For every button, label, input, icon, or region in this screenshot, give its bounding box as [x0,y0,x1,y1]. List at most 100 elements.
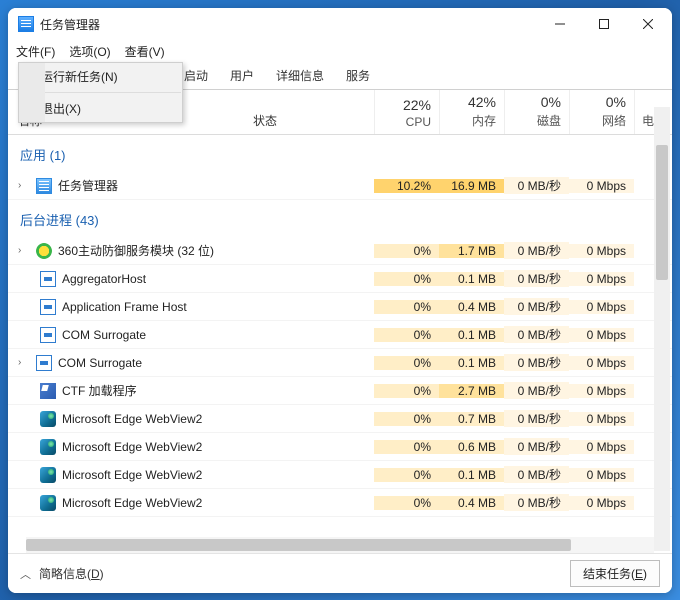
process-name-cell: › 任务管理器 [8,177,374,194]
chevron-right-icon[interactable]: › [18,357,30,368]
process-icon [40,299,56,315]
brief-info-link[interactable]: 简略信息(D) [39,565,104,582]
process-icon [40,467,56,483]
cell-cpu: 0% [374,356,439,370]
cell-mem: 0.1 MB [439,328,504,342]
process-name-label: Microsoft Edge WebView2 [62,468,202,482]
v-scroll-thumb[interactable] [656,145,668,280]
process-icon [36,355,52,371]
cell-cpu: 0% [374,328,439,342]
col-cpu[interactable]: 22% CPU [374,90,439,134]
chevron-up-icon[interactable]: ︿ [20,566,31,582]
cell-net: 0 Mbps [569,272,634,286]
minimize-icon [555,19,565,29]
cell-cpu: 0% [374,412,439,426]
cell-net: 0 Mbps [569,244,634,258]
col-disk[interactable]: 0% 磁盘 [504,90,569,134]
cpu-total-pct: 22% [403,97,431,113]
menu-file[interactable]: 文件(F) [16,43,55,60]
table-row[interactable]: Microsoft Edge WebView20%0.4 MB0 MB/秒0 M… [8,489,672,517]
cell-cpu: 0% [374,244,439,258]
cell-cpu: 0% [374,384,439,398]
process-name-cell: Microsoft Edge WebView2 [8,411,374,427]
titlebar[interactable]: 任务管理器 [8,8,672,40]
process-name-cell: AggregatorHost [8,271,374,287]
col-network[interactable]: 0% 网络 [569,90,634,134]
cell-disk: 0 MB/秒 [504,177,569,194]
tab-details[interactable]: 详细信息 [266,62,334,89]
table-row[interactable]: Microsoft Edge WebView20%0.7 MB0 MB/秒0 M… [8,405,672,433]
process-icon [36,178,52,194]
table-row[interactable]: Microsoft Edge WebView20%0.1 MB0 MB/秒0 M… [8,461,672,489]
cell-cpu: 0% [374,300,439,314]
cell-net: 0 Mbps [569,440,634,454]
table-row[interactable]: ›任务管理器10.2%16.9 MB0 MB/秒0 Mbps [8,172,672,200]
process-icon [40,383,56,399]
vertical-scrollbar[interactable] [654,107,670,551]
cell-disk: 0 MB/秒 [504,382,569,399]
end-task-button[interactable]: 结束任务(E) [570,560,660,587]
window-title: 任务管理器 [40,16,100,33]
col-status[interactable]: 状态 [249,90,374,134]
cell-net: 0 Mbps [569,328,634,342]
group-apps[interactable]: 应用 (1) [8,135,672,172]
menu-options[interactable]: 选项(O) [69,43,110,60]
h-scroll-thumb[interactable] [26,539,571,551]
process-name-cell: CTF 加载程序 [8,382,374,399]
process-name-cell: Application Frame Host [8,299,374,315]
process-name-cell: COM Surrogate [8,327,374,343]
disk-total-pct: 0% [541,94,561,110]
minimize-button[interactable] [538,9,582,39]
menu-bar: 文件(F) 选项(O) 查看(V) [8,40,672,62]
process-name-label: 任务管理器 [58,177,118,194]
process-name-cell: Microsoft Edge WebView2 [8,439,374,455]
cell-mem: 0.6 MB [439,440,504,454]
process-name-label: Microsoft Edge WebView2 [62,412,202,426]
chevron-right-icon[interactable]: › [18,245,30,256]
horizontal-scrollbar[interactable] [26,537,654,553]
cell-disk: 0 MB/秒 [504,354,569,371]
process-name-label: AggregatorHost [62,272,146,286]
process-icon [40,327,56,343]
group-background[interactable]: 后台进程 (43) [8,200,672,237]
process-name-label: 360主动防御服务模块 (32 位) [58,242,214,259]
process-name-cell: ›COM Surrogate [8,355,374,371]
process-icon [36,243,52,259]
process-name-label: CTF 加载程序 [62,382,137,399]
process-icon [40,495,56,511]
cell-disk: 0 MB/秒 [504,326,569,343]
cell-cpu: 0% [374,496,439,510]
tab-users[interactable]: 用户 [220,62,264,89]
cell-cpu: 0% [374,440,439,454]
menu-view[interactable]: 查看(V) [125,43,165,60]
chevron-right-icon[interactable]: › [18,180,30,191]
cell-mem: 16.9 MB [439,179,504,193]
table-row[interactable]: CTF 加载程序0%2.7 MB0 MB/秒0 Mbps [8,377,672,405]
cell-mem: 0.4 MB [439,300,504,314]
table-row[interactable]: Application Frame Host0%0.4 MB0 MB/秒0 Mb… [8,293,672,321]
cell-cpu: 10.2% [374,179,439,193]
process-name-label: COM Surrogate [62,328,146,342]
cell-mem: 0.1 MB [439,468,504,482]
cell-disk: 0 MB/秒 [504,298,569,315]
table-row[interactable]: AggregatorHost0%0.1 MB0 MB/秒0 Mbps [8,265,672,293]
tab-services[interactable]: 服务 [336,62,380,89]
table-row[interactable]: ›COM Surrogate0%0.1 MB0 MB/秒0 Mbps [8,349,672,377]
process-name-label: Microsoft Edge WebView2 [62,440,202,454]
process-grid: 名称 状态 22% CPU 42% 内存 0% 磁盘 0% 网络 电 [8,90,672,553]
cell-mem: 1.7 MB [439,244,504,258]
cell-net: 0 Mbps [569,384,634,398]
cell-net: 0 Mbps [569,356,634,370]
cell-cpu: 0% [374,272,439,286]
net-total-pct: 0% [606,94,626,110]
cell-disk: 0 MB/秒 [504,242,569,259]
table-row[interactable]: › 360主动防御服务模块 (32 位) 0%1.7 MB0 MB/秒0 Mbps [8,237,672,265]
table-row[interactable]: Microsoft Edge WebView20%0.6 MB0 MB/秒0 M… [8,433,672,461]
table-row[interactable]: COM Surrogate 0%0.1 MB0 MB/秒0 Mbps [8,321,672,349]
rows-container[interactable]: 应用 (1) ›任务管理器10.2%16.9 MB0 MB/秒0 Mbps后台进… [8,135,672,534]
col-memory[interactable]: 42% 内存 [439,90,504,134]
mem-total-pct: 42% [468,94,496,110]
maximize-button[interactable] [582,9,626,39]
close-button[interactable] [626,9,670,39]
process-name-cell: Microsoft Edge WebView2 [8,495,374,511]
